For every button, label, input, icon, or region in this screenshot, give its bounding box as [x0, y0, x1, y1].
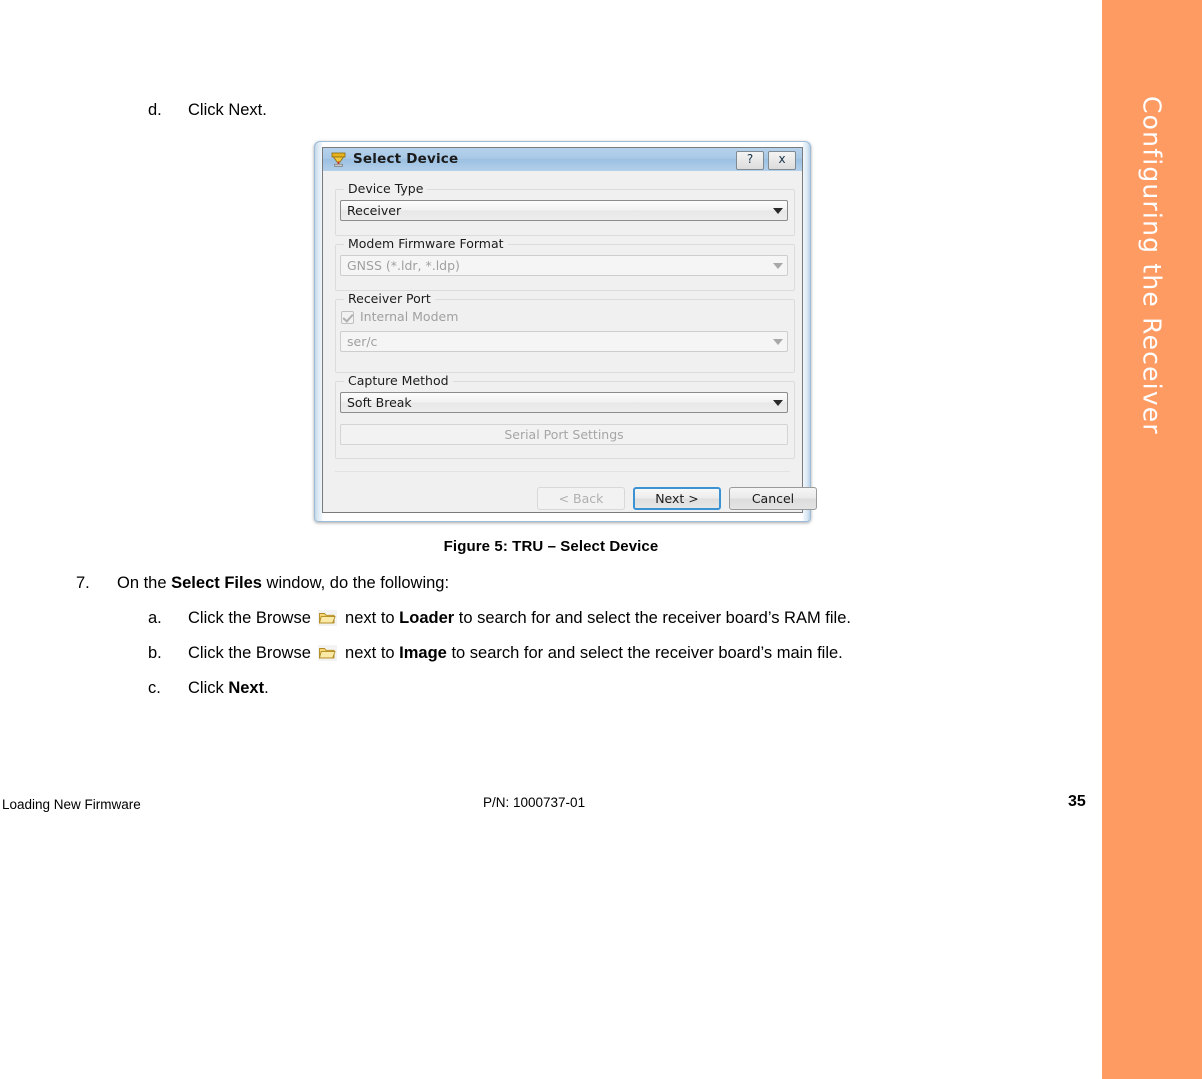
receiver-port-value: ser/c — [347, 334, 378, 349]
step-7a-bold: Loader — [399, 609, 455, 627]
step-7a-marker: a. — [148, 609, 162, 627]
modem-firmware-format-combo[interactable]: GNSS (*.ldr, *.ldp) — [340, 255, 788, 276]
next-button-label: Next > — [655, 491, 699, 506]
step-7a: a. Click the Browse next to Loader to sea… — [148, 607, 851, 629]
step-7b-post: to search for and select the receiver bo… — [446, 644, 843, 662]
step-7b-mid: next to — [340, 644, 400, 662]
step-7-pre: On the — [117, 574, 172, 592]
folder-icon — [318, 645, 338, 661]
footer-left-text: Loading New Firmware — [2, 797, 141, 812]
step-7-bold: Select Files — [171, 574, 262, 592]
next-button[interactable]: Next > — [633, 487, 721, 510]
cancel-button[interactable]: Cancel — [729, 487, 817, 510]
step-7a-pre: Click the Browse — [188, 609, 316, 627]
button-separator — [335, 471, 790, 472]
footer-part-number: P/N: 1000737-01 — [483, 795, 586, 810]
capture-method-combo[interactable]: Soft Break — [340, 392, 788, 413]
device-type-value: Receiver — [347, 203, 402, 218]
step-d: d. Click Next. — [148, 99, 267, 121]
figure-caption: Figure 5: TRU – Select Device — [443, 538, 659, 555]
group-receiver-port-label: Receiver Port — [344, 291, 435, 306]
folder-icon — [318, 610, 338, 626]
back-button-label: < Back — [558, 491, 604, 506]
serial-port-settings-button[interactable]: Serial Port Settings — [340, 424, 788, 445]
dialog-client-area: Device Type Receiver Modem Firmware Form… — [323, 171, 817, 512]
step-7b-pre: Click the Browse — [188, 644, 316, 662]
device-type-combo[interactable]: Receiver — [340, 200, 788, 221]
page-footer: Loading New Firmware P/N: 1000737-01 35 — [0, 793, 1102, 823]
step-7c-marker: c. — [148, 679, 161, 697]
chevron-down-icon — [773, 263, 783, 269]
internal-modem-label: Internal Modem — [360, 309, 459, 324]
step-7b-bold: Image — [399, 644, 447, 662]
chapter-band: Configuring the Receiver — [1102, 0, 1202, 1079]
step-d-text: Click Next. — [188, 101, 267, 119]
receiver-antenna-icon — [330, 151, 347, 168]
step-7c-post: . — [264, 679, 269, 697]
step-d-marker: d. — [148, 101, 162, 119]
step-7c: c. Click Next. — [148, 677, 269, 699]
internal-modem-checkbox[interactable]: Internal Modem — [341, 309, 541, 326]
step-7c-pre: Click — [188, 679, 229, 697]
step-7c-bold: Next — [228, 679, 265, 697]
modem-firmware-format-value: GNSS (*.ldr, *.ldp) — [347, 258, 460, 273]
step-7: 7. On the Select Files window, do the fol… — [76, 572, 449, 594]
step-7a-post: to search for and select the receiver bo… — [454, 609, 851, 627]
document-page: d. Click Next. Select Device ? x Device … — [0, 0, 1102, 1079]
chevron-down-icon — [773, 339, 783, 345]
step-7a-mid: next to — [340, 609, 400, 627]
chevron-down-icon — [773, 208, 783, 214]
help-button[interactable]: ? — [736, 151, 764, 170]
back-button[interactable]: < Back — [537, 487, 625, 510]
dialog-titlebar[interactable]: Select Device ? x — [323, 148, 802, 172]
checkmark-icon — [341, 311, 354, 324]
step-7b: b. Click the Browse next to Image to sear… — [148, 642, 843, 664]
step-7-post: window, do the following: — [261, 574, 450, 592]
dialog-inner-frame: Select Device ? x Device Type Receiver M… — [322, 147, 817, 513]
chevron-down-icon — [773, 400, 783, 406]
step-7-marker: 7. — [76, 574, 90, 592]
close-button[interactable]: x — [768, 151, 796, 170]
group-capture-method-label: Capture Method — [344, 373, 453, 388]
chapter-band-label: Configuring the Receiver — [1137, 96, 1167, 435]
group-device-type-label: Device Type — [344, 181, 428, 196]
step-7b-marker: b. — [148, 644, 162, 662]
group-modem-firmware-format-label: Modem Firmware Format — [344, 236, 508, 251]
cancel-button-label: Cancel — [751, 491, 795, 506]
select-device-dialog: Select Device ? x Device Type Receiver M… — [314, 141, 817, 522]
receiver-port-combo[interactable]: ser/c — [340, 331, 788, 352]
dialog-title: Select Device — [353, 151, 459, 167]
capture-method-value: Soft Break — [347, 395, 412, 410]
page-number: 35 — [1068, 793, 1086, 810]
